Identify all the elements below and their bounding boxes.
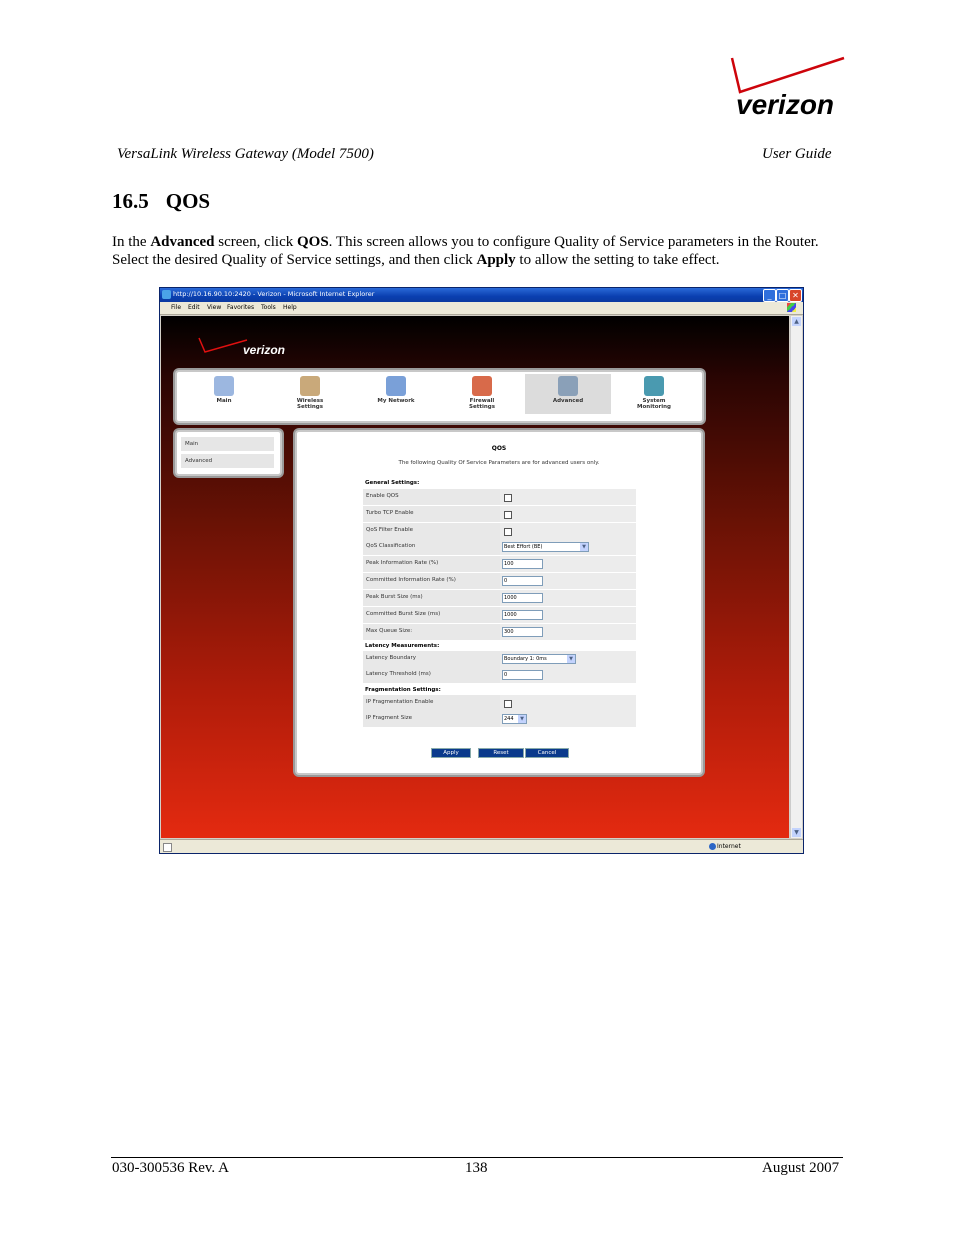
enable-qos-row: Enable QOS bbox=[363, 489, 636, 506]
menu-tools[interactable]: Tools bbox=[261, 304, 276, 311]
svg-text:verizon: verizon bbox=[736, 89, 834, 120]
chevron-down-icon: ▼ bbox=[580, 543, 588, 551]
browser-titlebar: http://10.16.90.10:2420 - Verizon - Micr… bbox=[160, 288, 803, 302]
latency-threshold-input[interactable]: 0 bbox=[502, 670, 543, 680]
router-page: verizon Main Wireless Settings My Networ… bbox=[161, 316, 789, 838]
section-title: QOS bbox=[165, 189, 211, 213]
wireless-icon bbox=[300, 376, 320, 396]
ip-fragment-size-select[interactable]: 244 ▼ bbox=[502, 714, 527, 724]
latency-threshold-row: Latency Threshold (ms) 0 bbox=[363, 667, 636, 684]
main-icon bbox=[214, 376, 234, 396]
reset-button[interactable]: Reset bbox=[478, 748, 524, 758]
qos-panel: QOS The following Quality Of Service Par… bbox=[295, 430, 703, 775]
firewall-icon bbox=[472, 376, 492, 396]
menu-help[interactable]: Help bbox=[283, 304, 297, 311]
menu-favorites[interactable]: Favorites bbox=[227, 304, 254, 311]
windows-flag-icon bbox=[787, 303, 796, 312]
left-menu: Main Advanced bbox=[175, 430, 282, 476]
section-number: 16.5 bbox=[112, 189, 149, 213]
apply-button[interactable]: Apply bbox=[431, 748, 471, 758]
max-queue-size-row: Max Queue Size: 300 bbox=[363, 624, 636, 641]
minimize-button[interactable]: _ bbox=[763, 289, 776, 302]
nav-advanced[interactable]: Advanced bbox=[525, 374, 611, 414]
latency-boundary-row: Latency Boundary Boundary 1: 0ms ▼ bbox=[363, 651, 636, 668]
intro-paragraph: In the Advanced screen, click QOS. This … bbox=[112, 234, 819, 268]
committed-burst-size-input[interactable]: 1000 bbox=[502, 610, 543, 620]
qos-classification-row: QoS Classification Best Effort (BE) ▼ bbox=[363, 539, 636, 556]
advanced-icon bbox=[558, 376, 578, 396]
enable-qos-checkbox[interactable] bbox=[504, 494, 512, 502]
document-title: VersaLink Wireless Gateway (Model 7500) bbox=[117, 146, 374, 162]
panel-subtitle: The following Quality Of Service Paramet… bbox=[398, 460, 600, 466]
general-settings-heading: General Settings: bbox=[365, 480, 420, 486]
ip-fragmentation-checkbox[interactable] bbox=[504, 700, 512, 708]
cancel-button[interactable]: Cancel bbox=[525, 748, 569, 758]
internet-zone-icon bbox=[709, 843, 716, 850]
qos-classification-select[interactable]: Best Effort (BE) ▼ bbox=[502, 542, 589, 552]
vertical-scrollbar[interactable]: ▲ ▼ bbox=[790, 316, 802, 838]
fragmentation-heading: Fragmentation Settings: bbox=[365, 687, 441, 693]
max-queue-size-input[interactable]: 300 bbox=[502, 627, 543, 637]
close-button[interactable]: ✕ bbox=[789, 289, 802, 302]
committed-burst-size-row: Committed Burst Size (ms) 1000 bbox=[363, 607, 636, 624]
browser-title: http://10.16.90.10:2420 - Verizon - Micr… bbox=[173, 290, 375, 298]
qos-filter-checkbox[interactable] bbox=[504, 528, 512, 536]
monitoring-icon bbox=[644, 376, 664, 396]
left-menu-advanced[interactable]: Advanced bbox=[181, 454, 274, 468]
peak-burst-size-input[interactable]: 1000 bbox=[502, 593, 543, 603]
maximize-button[interactable]: □ bbox=[776, 289, 789, 302]
security-zone: Internet bbox=[717, 843, 741, 850]
scroll-up-icon[interactable]: ▲ bbox=[792, 317, 801, 326]
panel-title: QOS bbox=[491, 445, 507, 452]
menu-edit[interactable]: Edit bbox=[188, 304, 200, 311]
chevron-down-icon: ▼ bbox=[518, 715, 526, 723]
nav-wireless-settings[interactable]: Wireless Settings bbox=[267, 374, 353, 414]
turbo-tcp-row: Turbo TCP Enable bbox=[363, 506, 636, 523]
menu-file[interactable]: File bbox=[171, 304, 181, 311]
nav-firewall-settings[interactable]: Firewall Settings bbox=[439, 374, 525, 414]
browser-statusbar: Internet bbox=[160, 839, 803, 853]
footer-doc-number: 030-300536 Rev. A bbox=[112, 1160, 229, 1176]
section-heading: 16.5 QOS bbox=[112, 189, 210, 214]
committed-info-rate-input[interactable]: 0 bbox=[502, 576, 543, 586]
chevron-down-icon: ▼ bbox=[567, 655, 575, 663]
scroll-down-icon[interactable]: ▼ bbox=[792, 828, 801, 837]
qos-filter-row: QoS Filter Enable bbox=[363, 523, 636, 540]
page-icon bbox=[163, 843, 172, 852]
network-icon bbox=[386, 376, 406, 396]
latency-boundary-select[interactable]: Boundary 1: 0ms ▼ bbox=[502, 654, 576, 664]
nav-main[interactable]: Main bbox=[181, 374, 267, 414]
footer-date: August 2007 bbox=[762, 1160, 840, 1176]
left-menu-main[interactable]: Main bbox=[181, 437, 274, 451]
footer-page-number: 138 bbox=[465, 1160, 488, 1176]
router-verizon-logo: verizon bbox=[198, 337, 285, 357]
ip-fragmentation-row: IP Fragmentation Enable bbox=[363, 695, 636, 712]
top-nav: Main Wireless Settings My Network Firewa… bbox=[175, 370, 704, 423]
latency-heading: Latency Measurements: bbox=[365, 643, 440, 649]
footer-rule bbox=[111, 1157, 843, 1158]
browser-window: http://10.16.90.10:2420 - Verizon - Micr… bbox=[159, 287, 804, 854]
peak-burst-size-row: Peak Burst Size (ms) 1000 bbox=[363, 590, 636, 607]
committed-info-rate-row: Committed Information Rate (%) 0 bbox=[363, 573, 636, 590]
nav-my-network[interactable]: My Network bbox=[353, 374, 439, 414]
menu-view[interactable]: View bbox=[207, 304, 221, 311]
ip-fragment-size-row: IP Fragment Size 244 ▼ bbox=[363, 711, 636, 728]
peak-info-rate-input[interactable]: 100 bbox=[502, 559, 543, 569]
turbo-tcp-checkbox[interactable] bbox=[504, 511, 512, 519]
verizon-logo: verizon bbox=[730, 56, 845, 120]
ie-icon bbox=[162, 290, 171, 299]
peak-info-rate-row: Peak Information Rate (%) 100 bbox=[363, 556, 636, 573]
svg-text:verizon: verizon bbox=[243, 343, 285, 357]
nav-system-monitoring[interactable]: System Monitoring bbox=[611, 374, 697, 414]
document-type: User Guide bbox=[762, 146, 832, 162]
browser-menubar: File Edit View Favorites Tools Help bbox=[160, 302, 803, 315]
